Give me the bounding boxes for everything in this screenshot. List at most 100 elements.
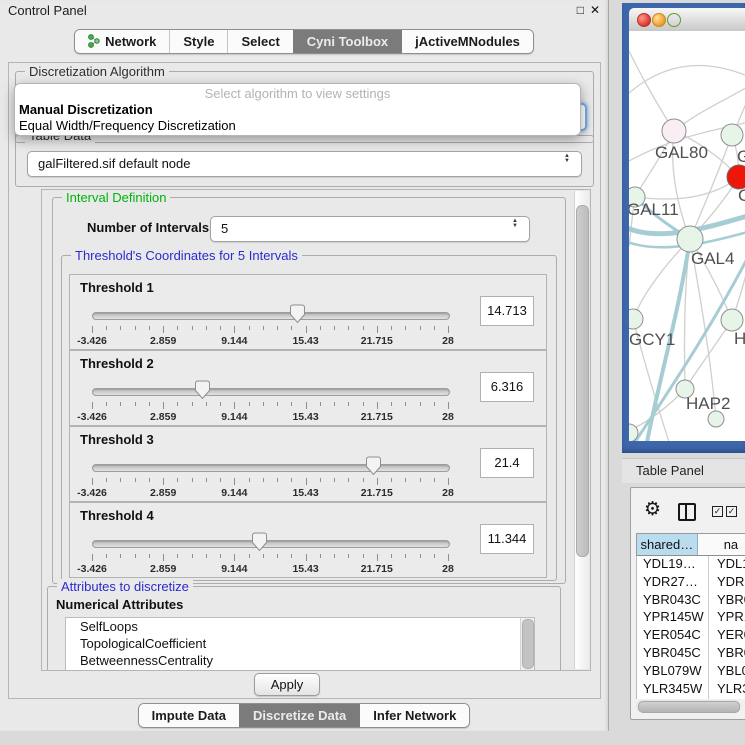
table-row[interactable]: YPR145WYPR1: [637, 609, 745, 627]
cell-name[interactable]: YPR1: [709, 609, 745, 627]
column-header-name[interactable]: na: [698, 534, 745, 555]
threshold-panel-2: Threshold 2-3.4262.8599.14415.4321.71528…: [69, 350, 547, 426]
column-header-shared-name[interactable]: shared…: [637, 534, 698, 555]
table-row[interactable]: YBR043CYBR0: [637, 592, 745, 610]
tab-jactivemnodules[interactable]: jActiveMNodules: [401, 30, 533, 53]
network-canvas[interactable]: GAL80GACGAL11GAL4GCY1HHAP2: [629, 31, 745, 441]
settings-scrollbar[interactable]: [574, 191, 589, 669]
tick-mark: [92, 326, 93, 333]
checkbox-icon[interactable]: ✓: [726, 506, 737, 517]
table-data-combobox[interactable]: galFiltered.sif default node ▲▼: [27, 151, 582, 177]
threshold-value-field[interactable]: 6.316: [480, 372, 534, 402]
tick-label: 15.43: [292, 411, 318, 423]
table-horizontal-scrollbar-thumb[interactable]: [638, 701, 740, 713]
table-row[interactable]: YER054CYER0: [637, 627, 745, 645]
slider-thumb[interactable]: [289, 304, 306, 324]
threshold-value-field[interactable]: 11.344: [480, 524, 534, 554]
mac-close-icon[interactable]: [637, 13, 651, 27]
tab-network[interactable]: Network: [75, 30, 169, 53]
attribute-list-item[interactable]: BetweennessCentrality: [66, 652, 534, 669]
cell-name[interactable]: YIL0: [709, 698, 745, 699]
cell-name[interactable]: YBL0: [709, 663, 745, 681]
threshold-value-field[interactable]: 21.4: [480, 448, 534, 478]
settings-scrollbar-thumb[interactable]: [576, 205, 589, 557]
network-icon: [88, 34, 100, 48]
tick-mark: [249, 554, 250, 558]
cell-shared-name[interactable]: YPR145W: [637, 609, 709, 627]
tick-mark: [263, 478, 264, 482]
table-row[interactable]: YIL052CYIL0: [637, 698, 745, 699]
cell-shared-name[interactable]: YIL052C: [637, 698, 709, 699]
network-edge[interactable]: [635, 177, 739, 199]
numerical-attributes-list[interactable]: SelfLoopsTopologicalCoefficientBetweenne…: [65, 617, 535, 671]
slider-track[interactable]: [92, 464, 450, 472]
tick-mark: [163, 326, 164, 333]
gear-icon[interactable]: ⚙: [644, 498, 661, 521]
cell-shared-name[interactable]: YDR27…: [637, 574, 709, 592]
table-row[interactable]: YDR27…YDR2: [637, 574, 745, 592]
close-window-icon[interactable]: ✕: [590, 3, 600, 18]
mac-minimize-icon[interactable]: [652, 13, 666, 27]
table-row[interactable]: YDL19…YDL1: [637, 556, 745, 574]
attributes-list-scrollbar-thumb[interactable]: [522, 619, 534, 669]
cell-name[interactable]: YBR0: [709, 592, 745, 610]
network-node[interactable]: [708, 411, 724, 427]
slider-track[interactable]: [92, 540, 450, 548]
float-window-icon[interactable]: □: [577, 3, 584, 18]
cell-shared-name[interactable]: YER054C: [637, 627, 709, 645]
slider-thumb[interactable]: [251, 532, 268, 552]
cell-shared-name[interactable]: YDL19…: [637, 556, 709, 574]
slider-track[interactable]: [92, 388, 450, 396]
table-horizontal-scrollbar[interactable]: [636, 700, 741, 712]
cell-shared-name[interactable]: YBR045C: [637, 645, 709, 663]
network-node-h[interactable]: [721, 309, 743, 331]
number-of-intervals-combobox[interactable]: 5 ▲▼: [210, 216, 530, 242]
cell-shared-name[interactable]: YLR345W: [637, 681, 709, 699]
cell-name[interactable]: YBR0: [709, 645, 745, 663]
columns-icon[interactable]: [678, 503, 696, 521]
tick-mark: [177, 478, 178, 482]
network-edge[interactable]: [629, 51, 674, 131]
threshold-slider[interactable]: -3.4262.8599.14415.4321.71528: [92, 460, 448, 498]
attribute-list-item[interactable]: TopologicalCoefficient: [66, 635, 534, 652]
tick-mark: [263, 554, 264, 558]
cell-name[interactable]: YDR2: [709, 574, 745, 592]
slider-thumb[interactable]: [194, 380, 211, 400]
threshold-slider[interactable]: -3.4262.8599.14415.4321.71528: [92, 536, 448, 574]
threshold-value-field[interactable]: 14.713: [480, 296, 534, 326]
threshold-slider[interactable]: -3.4262.8599.14415.4321.71528: [92, 384, 448, 422]
attribute-list-item[interactable]: SelfLoops: [66, 618, 534, 635]
table-row[interactable]: YBL079WYBL0: [637, 663, 745, 681]
checkbox-icon[interactable]: ✓: [712, 506, 723, 517]
tab-style[interactable]: Style: [169, 30, 227, 53]
network-view-window: GAL80GACGAL11GAL4GCY1HHAP2: [622, 3, 745, 453]
tick-mark: [149, 402, 150, 406]
network-node-gal80[interactable]: [662, 119, 686, 143]
cell-name[interactable]: YER0: [709, 627, 745, 645]
cell-shared-name[interactable]: YBR043C: [637, 592, 709, 610]
slider-thumb[interactable]: [365, 456, 382, 476]
apply-button[interactable]: Apply: [254, 673, 320, 696]
tab-cyni-toolbox[interactable]: Cyni Toolbox: [293, 30, 401, 53]
attributes-group-title: Attributes to discretize: [57, 579, 193, 594]
tab-infer-network[interactable]: Infer Network: [359, 704, 469, 727]
cell-name[interactable]: YDL1: [709, 556, 745, 574]
table-row[interactable]: YLR345WYLR3: [637, 681, 745, 699]
mac-zoom-icon[interactable]: [667, 13, 681, 27]
tick-mark: [291, 478, 292, 482]
dropdown-item-equal-width-frequency-discretization[interactable]: Equal Width/Frequency Discretization: [15, 118, 580, 134]
threshold-slider[interactable]: -3.4262.8599.14415.4321.71528: [92, 308, 448, 346]
tab-discretize-data[interactable]: Discretize Data: [239, 704, 359, 727]
cell-name[interactable]: YLR3: [709, 681, 745, 699]
dropdown-item-manual-discretization[interactable]: Manual Discretization: [15, 102, 580, 118]
table-row[interactable]: YBR045CYBR0: [637, 645, 745, 663]
cell-shared-name[interactable]: YBL079W: [637, 663, 709, 681]
attributes-list-scrollbar[interactable]: [520, 618, 534, 670]
network-node-gcy1[interactable]: [629, 309, 643, 329]
network-window-titlebar[interactable]: [629, 8, 745, 32]
slider-track[interactable]: [92, 312, 450, 320]
network-edge[interactable]: [629, 65, 745, 93]
tab-impute-data[interactable]: Impute Data: [139, 704, 239, 727]
tab-select[interactable]: Select: [227, 30, 292, 53]
network-node-ga[interactable]: [721, 124, 743, 146]
